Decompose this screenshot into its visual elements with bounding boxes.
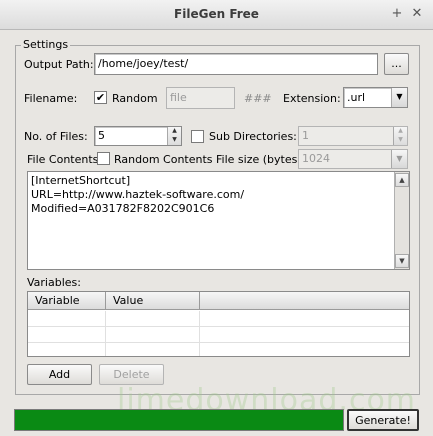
progress-fill xyxy=(15,410,343,430)
stepper-up-icon[interactable]: ▲ xyxy=(168,127,181,136)
table-row[interactable] xyxy=(28,311,409,327)
maximize-icon[interactable]: + xyxy=(389,6,405,22)
contents-scrollbar[interactable]: ▲ ▼ xyxy=(394,172,409,269)
output-path-label: Output Path: xyxy=(24,58,94,71)
num-files-value: 5 xyxy=(98,129,105,142)
settings-group-label: Settings xyxy=(21,38,71,51)
progress-bar xyxy=(14,409,344,431)
chevron-down-icon: ▼ xyxy=(391,88,407,107)
random-filename-checkbox[interactable]: ✔ xyxy=(94,91,107,104)
table-cell xyxy=(106,327,200,342)
title-bar: FileGen Free + ✕ xyxy=(0,0,433,30)
contents-line: URL=http://www.haztek-software.com/ xyxy=(31,188,245,201)
extension-value: .url xyxy=(347,91,366,104)
file-size-label: File size (bytes) xyxy=(216,153,302,166)
stepper-up-icon[interactable]: ▲ xyxy=(394,127,407,136)
table-row[interactable] xyxy=(28,327,409,343)
browse-button[interactable]: ... xyxy=(384,53,409,75)
file-size-dropdown[interactable]: 1024 ▼ xyxy=(298,149,408,169)
generate-button[interactable]: Generate! xyxy=(347,409,419,431)
chevron-down-icon: ▼ xyxy=(391,150,407,168)
table-cell xyxy=(28,327,106,342)
column-header-value[interactable]: Value xyxy=(106,292,200,310)
random-filename-label: Random xyxy=(112,92,158,105)
file-contents-label: File Contents xyxy=(27,153,99,166)
window-title: FileGen Free xyxy=(174,7,259,21)
table-cell xyxy=(28,343,106,356)
hash-label: ### xyxy=(244,92,272,105)
random-contents-label: Random Contents xyxy=(114,153,213,166)
table-row[interactable] xyxy=(28,343,409,356)
random-contents-checkbox[interactable] xyxy=(97,152,110,165)
extension-dropdown[interactable]: .url ▼ xyxy=(343,87,408,108)
sub-directories-input[interactable]: 1 xyxy=(298,126,408,146)
num-files-stepper[interactable]: ▲ ▼ xyxy=(167,127,181,145)
sub-directories-label: Sub Directories: xyxy=(209,130,297,143)
output-path-input[interactable]: /home/joey/test/ xyxy=(94,53,378,75)
table-cell xyxy=(28,311,106,326)
filename-label: Filename: xyxy=(24,92,78,105)
variables-label: Variables: xyxy=(27,276,81,289)
stepper-down-icon[interactable]: ▼ xyxy=(394,136,407,145)
scroll-up-icon[interactable]: ▲ xyxy=(395,173,409,187)
table-cell xyxy=(106,311,200,326)
stepper-down-icon[interactable]: ▼ xyxy=(168,136,181,145)
file-size-value: 1024 xyxy=(302,152,330,165)
filename-input[interactable]: file xyxy=(166,87,235,109)
contents-line: [InternetShortcut] xyxy=(31,174,131,187)
sub-directories-checkbox[interactable] xyxy=(191,130,204,143)
contents-line: Modified=A031782F8202C901C6 xyxy=(31,202,215,215)
column-header-variable[interactable]: Variable xyxy=(28,292,106,310)
close-icon[interactable]: ✕ xyxy=(409,6,425,22)
extension-label: Extension: xyxy=(283,92,341,105)
file-contents-textarea[interactable]: [InternetShortcut] URL=http://www.haztek… xyxy=(27,171,410,270)
variables-table[interactable]: Variable Value xyxy=(27,291,410,357)
num-files-label: No. of Files: xyxy=(24,130,88,143)
delete-button[interactable]: Delete xyxy=(99,364,164,385)
scroll-down-icon[interactable]: ▼ xyxy=(395,254,409,268)
table-cell xyxy=(106,343,200,356)
add-button[interactable]: Add xyxy=(27,364,92,385)
sub-directories-value: 1 xyxy=(302,129,309,142)
sub-directories-stepper[interactable]: ▲ ▼ xyxy=(393,127,407,145)
table-header: Variable Value xyxy=(28,292,409,310)
